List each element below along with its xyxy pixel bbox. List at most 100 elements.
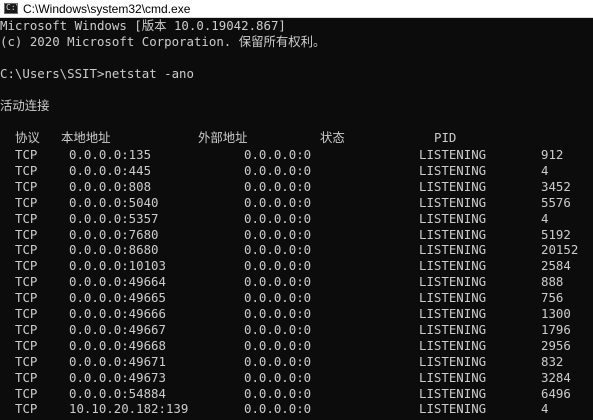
table-row: TCP 0.0.0.0:10103 0.0.0.0:0 LISTENING 2584 bbox=[0, 258, 593, 274]
cmd-window: C:\ C:\Windows\system32\cmd.exe Microsof… bbox=[0, 0, 593, 420]
header-state: 状态 bbox=[320, 130, 345, 145]
row-pid: 832 bbox=[541, 353, 564, 369]
row-local-address: 0.0.0.0:49666 bbox=[69, 306, 166, 321]
console-output[interactable]: Microsoft Windows [版本 10.0.19042.867] (c… bbox=[0, 18, 593, 420]
row-pid: 5576 bbox=[541, 194, 571, 210]
row-foreign-address: 0.0.0.0:0 bbox=[244, 290, 312, 306]
row-state: LISTENING bbox=[419, 274, 487, 290]
title-bar[interactable]: C:\ C:\Windows\system32\cmd.exe bbox=[0, 0, 593, 18]
row-foreign-address: 0.0.0.0:0 bbox=[244, 321, 312, 337]
row-proto: TCP bbox=[15, 306, 38, 321]
row-proto: TCP bbox=[15, 226, 38, 242]
row-foreign-address: 0.0.0.0:0 bbox=[244, 337, 312, 353]
row-pid: 6496 bbox=[541, 385, 571, 401]
row-state: LISTENING bbox=[419, 258, 487, 274]
row-proto: TCP bbox=[15, 210, 38, 226]
row-local-address: 0.0.0.0:445 bbox=[69, 162, 152, 178]
banner-version-line: Microsoft Windows [版本 10.0.19042.867] bbox=[0, 18, 286, 33]
row-foreign-address: 0.0.0.0:0 bbox=[244, 147, 312, 162]
row-state: LISTENING bbox=[419, 210, 487, 226]
row-state: LISTENING bbox=[419, 290, 487, 306]
row-proto: TCP bbox=[15, 290, 38, 306]
table-row: TCP 0.0.0.0:49673 0.0.0.0:0 LISTENING 3284 bbox=[0, 370, 593, 386]
row-local-address: 0.0.0.0:8680 bbox=[69, 242, 159, 258]
row-foreign-address: 0.0.0.0:0 bbox=[244, 353, 312, 369]
window-title: C:\Windows\system32\cmd.exe bbox=[23, 1, 191, 16]
row-state: LISTENING bbox=[419, 385, 487, 401]
row-pid: 1796 bbox=[541, 321, 571, 337]
command-line: C:\Users\SSIT>netstat -ano bbox=[0, 66, 194, 82]
row-proto: TCP bbox=[15, 162, 38, 178]
table-row: TCP 0.0.0.0:49671 0.0.0.0:0 LISTENING 832 bbox=[0, 354, 593, 370]
row-state: LISTENING bbox=[419, 306, 487, 321]
table-row: TCP 0.0.0.0:49666 0.0.0.0:0 LISTENING 1300 bbox=[0, 306, 593, 322]
row-state: LISTENING bbox=[419, 194, 487, 210]
row-state: LISTENING bbox=[419, 242, 487, 258]
header-pid: PID bbox=[434, 130, 457, 145]
row-pid: 5192 bbox=[541, 226, 571, 242]
row-state: LISTENING bbox=[419, 337, 487, 353]
row-state: LISTENING bbox=[419, 147, 487, 162]
row-state: LISTENING bbox=[419, 401, 487, 417]
row-local-address: 0.0.0.0:808 bbox=[69, 178, 152, 194]
row-local-address: 0.0.0.0:49664 bbox=[69, 274, 166, 290]
row-local-address: 0.0.0.0:54884 bbox=[69, 385, 166, 401]
table-row: TCP 0.0.0.0:49665 0.0.0.0:0 LISTENING 756 bbox=[0, 290, 593, 306]
row-pid: 3452 bbox=[541, 178, 571, 194]
row-foreign-address: 0.0.0.0:0 bbox=[244, 258, 312, 274]
row-local-address: 0.0.0.0:5357 bbox=[69, 210, 159, 226]
table-row: TCP 0.0.0.0:5357 0.0.0.0:0 LISTENING 4 bbox=[0, 211, 593, 227]
row-foreign-address: 0.0.0.0:0 bbox=[244, 274, 312, 290]
table-row: TCP 10.10.20.182:139 0.0.0.0:0 LISTENING 4 bbox=[0, 401, 593, 417]
section-title: 活动连接 bbox=[0, 98, 50, 113]
row-local-address: 0.0.0.0:5040 bbox=[69, 194, 159, 210]
row-pid: 4 bbox=[541, 162, 549, 178]
row-state: LISTENING bbox=[419, 162, 487, 178]
row-proto: TCP bbox=[15, 194, 38, 210]
row-pid: 1300 bbox=[541, 306, 571, 321]
table-row: TCP 0.0.0.0:808 0.0.0.0:0 LISTENING 3452 bbox=[0, 179, 593, 195]
row-local-address: 0.0.0.0:49665 bbox=[69, 290, 166, 306]
row-foreign-address: 0.0.0.0:0 bbox=[244, 242, 312, 258]
row-pid: 2584 bbox=[541, 258, 571, 274]
row-pid: 2956 bbox=[541, 337, 571, 353]
row-local-address: 0.0.0.0:49668 bbox=[69, 337, 166, 353]
row-pid: 888 bbox=[541, 274, 564, 290]
row-foreign-address: 0.0.0.0:0 bbox=[244, 178, 312, 194]
table-row: TCP 0.0.0.0:445 0.0.0.0:0 LISTENING 4 bbox=[0, 163, 593, 179]
row-pid: 4 bbox=[541, 401, 549, 417]
header-proto: 协议 bbox=[15, 130, 40, 145]
command-prompt: C:\Users\SSIT> bbox=[0, 66, 105, 81]
row-proto: TCP bbox=[15, 337, 38, 353]
row-proto: TCP bbox=[15, 147, 38, 162]
row-state: LISTENING bbox=[419, 369, 487, 385]
row-pid: 4 bbox=[541, 210, 549, 226]
table-row: TCP 0.0.0.0:49664 0.0.0.0:0 LISTENING 888 bbox=[0, 274, 593, 290]
row-foreign-address: 0.0.0.0:0 bbox=[244, 369, 312, 385]
row-local-address: 0.0.0.0:49673 bbox=[69, 369, 166, 385]
row-local-address: 0.0.0.0:135 bbox=[69, 147, 152, 162]
row-pid: 20152 bbox=[541, 242, 579, 258]
row-proto: TCP bbox=[15, 353, 38, 369]
cmd-icon: C:\ bbox=[4, 3, 18, 14]
row-local-address: 10.10.20.182:139 bbox=[69, 401, 189, 417]
row-state: LISTENING bbox=[419, 353, 487, 369]
row-state: LISTENING bbox=[419, 321, 487, 337]
row-foreign-address: 0.0.0.0:0 bbox=[244, 401, 312, 417]
row-state: LISTENING bbox=[419, 226, 487, 242]
row-foreign-address: 0.0.0.0:0 bbox=[244, 210, 312, 226]
row-proto: TCP bbox=[15, 258, 38, 274]
row-foreign-address: 0.0.0.0:0 bbox=[244, 385, 312, 401]
row-proto: TCP bbox=[15, 369, 38, 385]
row-local-address: 0.0.0.0:10103 bbox=[69, 258, 166, 274]
table-row: TCP 0.0.0.0:5040 0.0.0.0:0 LISTENING 5576 bbox=[0, 195, 593, 211]
header-local-address: 本地地址 bbox=[61, 130, 111, 145]
row-pid: 3284 bbox=[541, 369, 571, 385]
row-proto: TCP bbox=[15, 242, 38, 258]
row-local-address: 0.0.0.0:7680 bbox=[69, 226, 159, 242]
row-local-address: 0.0.0.0:49671 bbox=[69, 353, 166, 369]
table-header: 协议 本地地址 外部地址 状态 PID bbox=[0, 130, 593, 146]
row-foreign-address: 0.0.0.0:0 bbox=[244, 162, 312, 178]
table-row: TCP 0.0.0.0:8680 0.0.0.0:0 LISTENING 20152 bbox=[0, 242, 593, 258]
row-local-address: 0.0.0.0:49667 bbox=[69, 321, 166, 337]
